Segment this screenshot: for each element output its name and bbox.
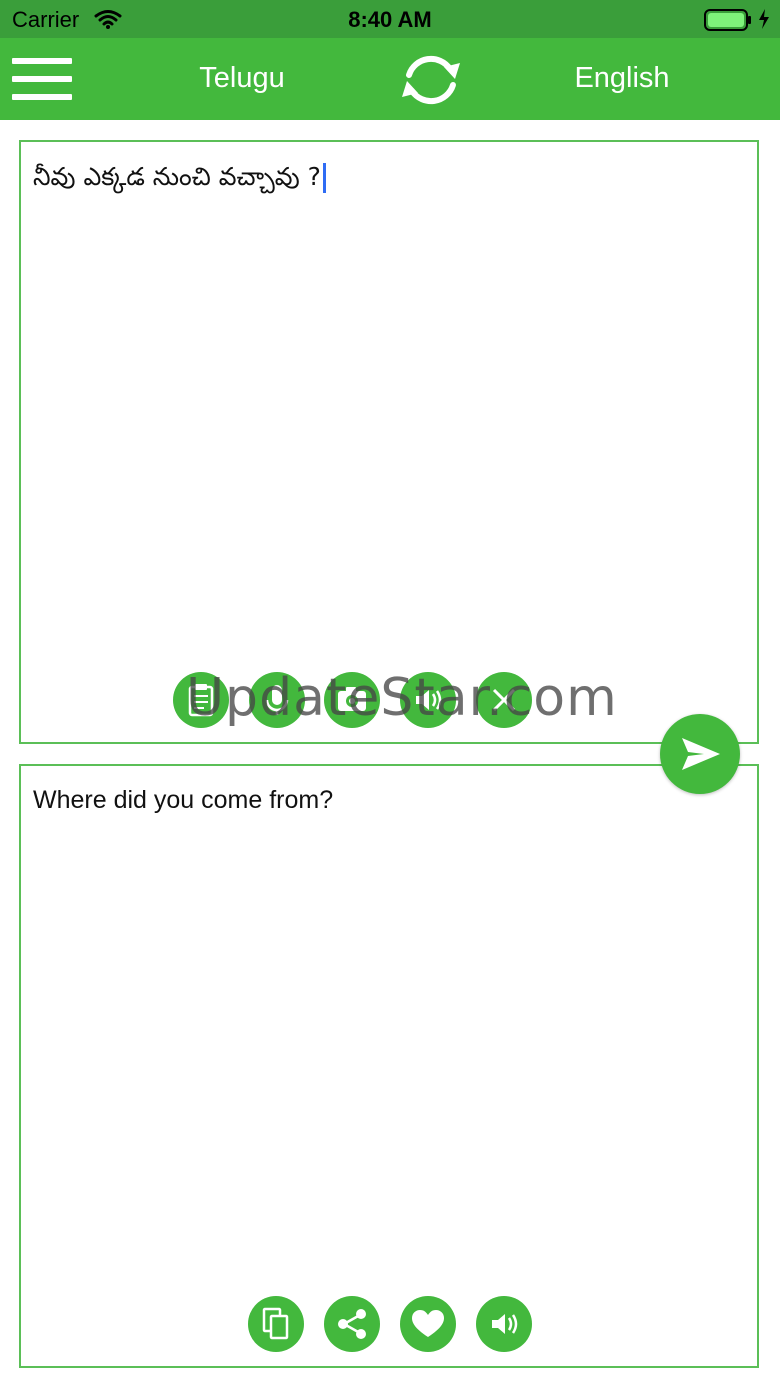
source-language-button[interactable]: Telugu bbox=[162, 62, 322, 95]
watermark: UpdateStar.com bbox=[186, 668, 618, 728]
favorite-icon bbox=[412, 1310, 444, 1337]
source-text-input[interactable]: నీవు ఎక్కడ నుంచి వచ్చావు ? bbox=[33, 162, 326, 198]
battery-icon bbox=[704, 9, 752, 36]
translate-button[interactable] bbox=[660, 714, 740, 794]
status-bar: Carrier 8:40 AM bbox=[0, 0, 780, 38]
swap-languages-icon[interactable] bbox=[398, 49, 464, 116]
speak-translation-button[interactable] bbox=[476, 1296, 532, 1352]
menu-icon[interactable] bbox=[12, 58, 72, 100]
nav-bar: Telugu English bbox=[0, 38, 780, 120]
favorite-button[interactable] bbox=[400, 1296, 456, 1352]
charging-icon bbox=[758, 9, 770, 34]
target-language-button[interactable]: English bbox=[540, 62, 704, 95]
share-icon bbox=[338, 1309, 366, 1339]
send-icon bbox=[682, 738, 720, 770]
share-button[interactable] bbox=[324, 1296, 380, 1352]
copy-icon bbox=[262, 1307, 289, 1340]
speaker-icon bbox=[492, 1314, 518, 1334]
clock: 8:40 AM bbox=[348, 7, 432, 32]
translation-text: Where did you come from? bbox=[33, 786, 334, 814]
source-text-value: నీవు ఎక్కడ నుంచి వచ్చావు ? bbox=[33, 162, 321, 191]
source-text-panel[interactable]: నీవు ఎక్కడ నుంచి వచ్చావు ? bbox=[19, 140, 759, 744]
copy-button[interactable] bbox=[248, 1296, 304, 1352]
translation-panel: Where did you come from? bbox=[19, 764, 759, 1368]
text-caret bbox=[322, 163, 326, 193]
